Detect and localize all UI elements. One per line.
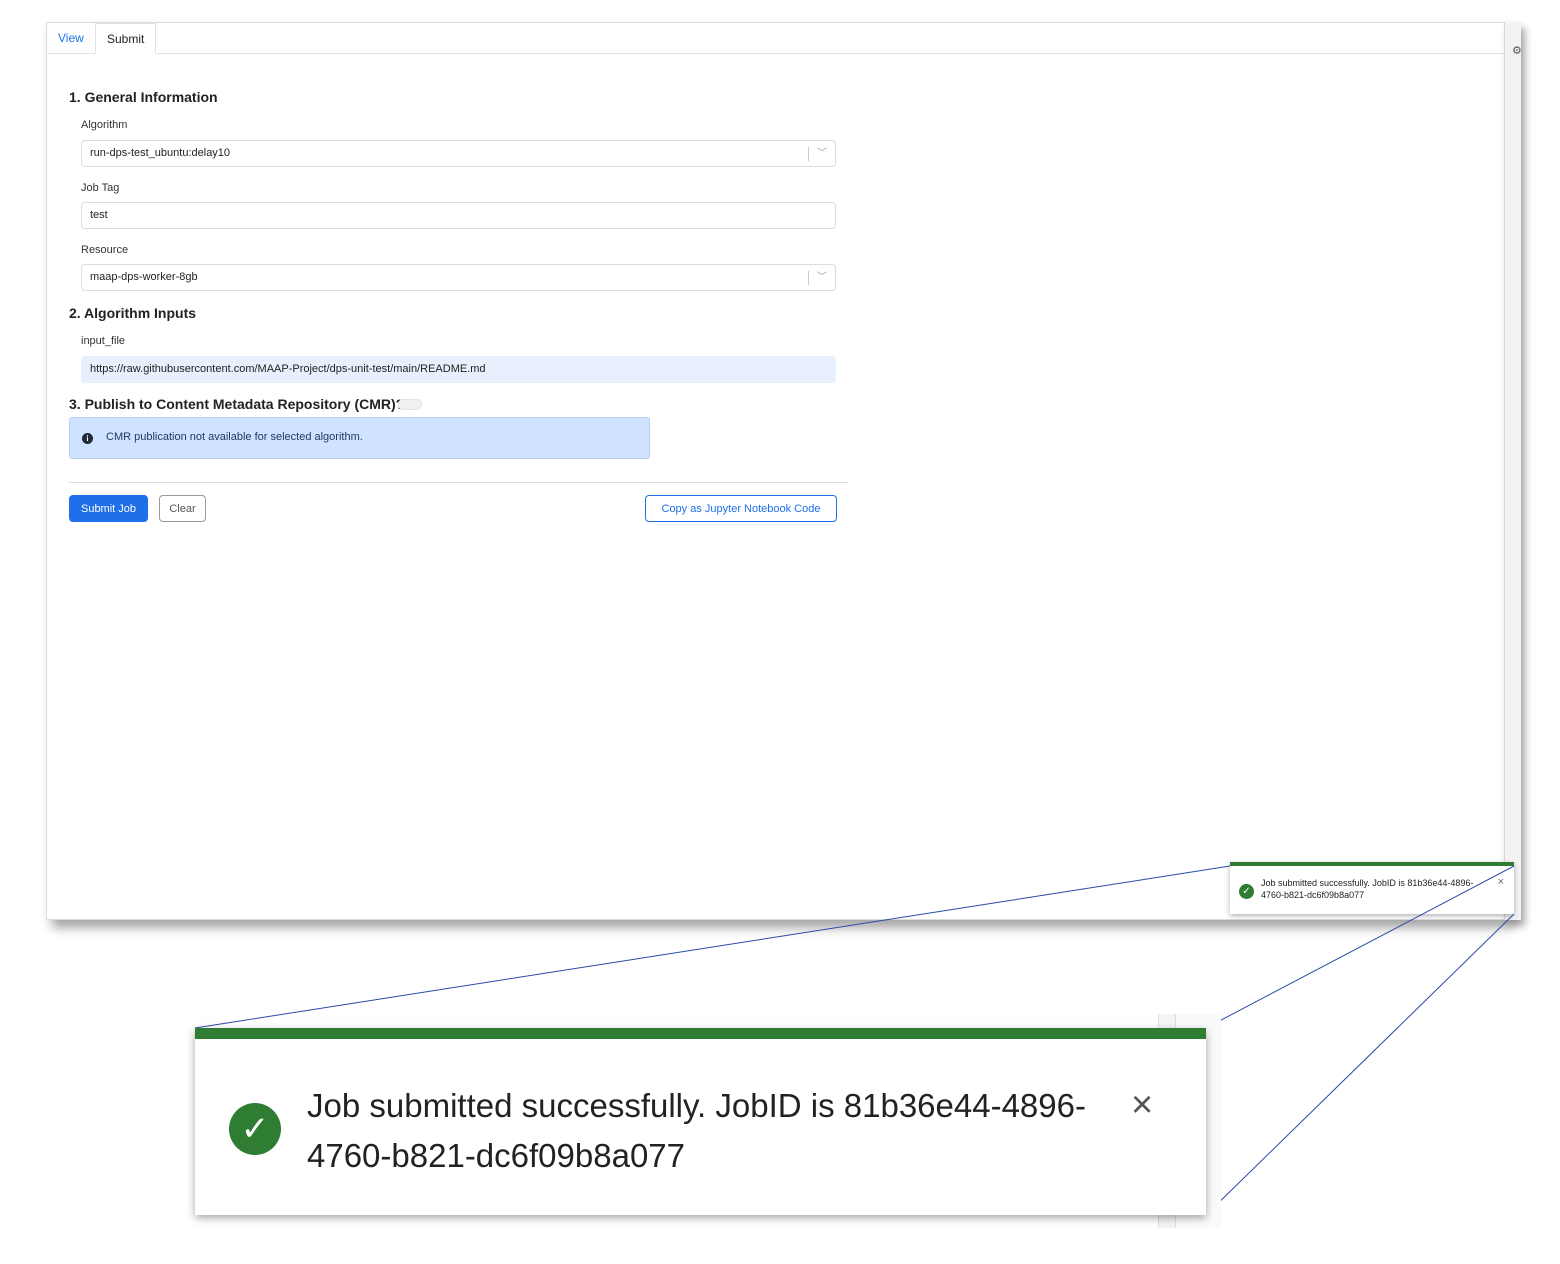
tab-bar: View Submit bbox=[47, 23, 1505, 54]
tab-view[interactable]: View bbox=[47, 23, 95, 53]
input-file-label: input_file bbox=[81, 335, 126, 347]
side-scroll-strip[interactable] bbox=[1504, 22, 1521, 920]
check-circle-icon: ✓ bbox=[1239, 884, 1254, 899]
section-inputs-title: 2. Algorithm Inputs bbox=[69, 305, 197, 321]
job-tag-value: test bbox=[90, 209, 108, 221]
success-toast: ✓ Job submitted successfully. JobID is 8… bbox=[1230, 862, 1514, 914]
copy-notebook-code-button[interactable]: Copy as Jupyter Notebook Code bbox=[645, 495, 837, 522]
success-toast-message: Job submitted successfully. JobID is 81b… bbox=[1261, 878, 1474, 900]
resource-select[interactable]: maap-dps-worker-8gb ﹀ bbox=[81, 264, 836, 291]
close-icon[interactable]: × bbox=[1131, 1084, 1153, 1127]
submit-job-button[interactable]: Submit Job bbox=[69, 495, 148, 522]
info-icon: i bbox=[82, 433, 93, 444]
success-toast-magnified: ✓ Job submitted successfully. JobID is 8… bbox=[195, 1028, 1206, 1215]
actions-divider bbox=[69, 482, 849, 483]
job-tag-label: Job Tag bbox=[81, 182, 120, 194]
section-publish-title: 3. Publish to Content Metadata Repositor… bbox=[69, 396, 405, 412]
cmr-info-text: CMR publication not available for select… bbox=[106, 431, 363, 443]
algorithm-label: Algorithm bbox=[81, 119, 128, 131]
resource-label: Resource bbox=[81, 244, 129, 256]
section-general-title: 1. General Information bbox=[69, 89, 218, 105]
success-toast-message-magnified: Job submitted successfully. JobID is 81b… bbox=[307, 1087, 1086, 1174]
clear-button[interactable]: Clear bbox=[159, 495, 206, 522]
select-separator bbox=[808, 271, 809, 285]
job-submit-panel: View Submit 1. General Information Algor… bbox=[46, 22, 1506, 920]
chevron-down-icon[interactable]: ﹀ bbox=[817, 141, 827, 166]
job-tag-input[interactable]: test bbox=[81, 202, 836, 229]
cmr-info-alert: i CMR publication not available for sele… bbox=[69, 417, 650, 459]
resource-select-value: maap-dps-worker-8gb bbox=[90, 271, 198, 283]
input-file-value: https://raw.githubusercontent.com/MAAP-P… bbox=[90, 363, 486, 375]
close-icon[interactable]: × bbox=[1498, 876, 1504, 888]
algorithm-select[interactable]: run-dps-test_ubuntu:delay10 ﹀ bbox=[81, 140, 836, 167]
check-circle-icon: ✓ bbox=[229, 1103, 281, 1155]
publish-cmr-toggle[interactable] bbox=[398, 399, 422, 410]
input-file-field[interactable]: https://raw.githubusercontent.com/MAAP-P… bbox=[81, 356, 836, 383]
chevron-down-icon[interactable]: ﹀ bbox=[817, 265, 827, 290]
tab-submit[interactable]: Submit bbox=[95, 23, 157, 54]
select-separator bbox=[808, 147, 809, 161]
algorithm-select-value: run-dps-test_ubuntu:delay10 bbox=[90, 147, 231, 159]
gear-icon[interactable]: ⚙ bbox=[1512, 44, 1522, 57]
